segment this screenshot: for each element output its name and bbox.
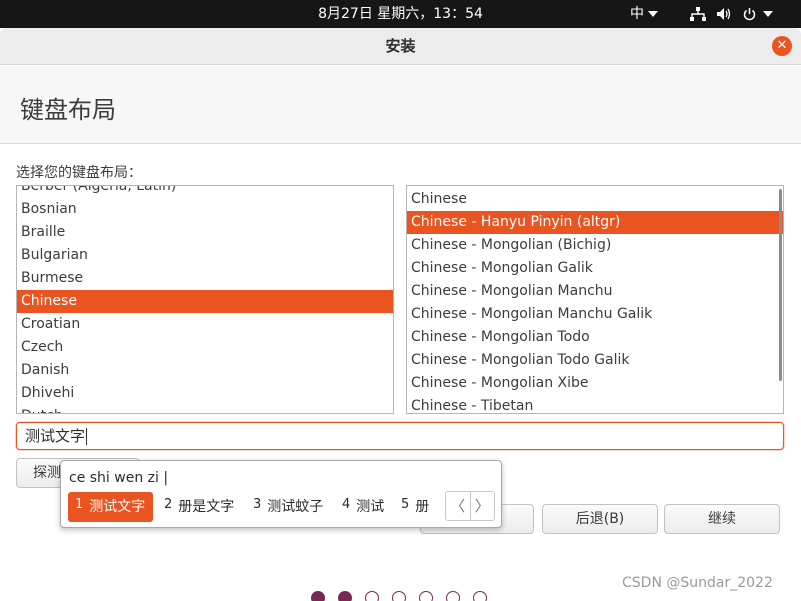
window-title: 安装 [385, 37, 416, 55]
power-icon [742, 7, 757, 22]
progress-dot [446, 591, 460, 601]
variant-item[interactable]: Chinese - Mongolian Todo Galik [407, 349, 783, 372]
test-input-value: 测试文字 [25, 427, 86, 445]
page-banner: 键盘布局 [0, 66, 801, 144]
prev-page-icon[interactable]: 〈 [446, 492, 470, 520]
layout-item[interactable]: Bulgarian [17, 244, 393, 267]
input-method-indicator[interactable]: 中 [630, 0, 658, 28]
ime-candidate[interactable]: 2 册是文字 [164, 492, 234, 522]
keyboard-test-input[interactable]: 测试文字 [16, 422, 784, 450]
layout-item[interactable]: Burmese [17, 267, 393, 290]
candidate-number: 1 [75, 497, 84, 512]
ime-preedit: ce shi wen zi | [69, 470, 169, 486]
volume-icon [716, 7, 732, 21]
variant-item[interactable]: Chinese - Hanyu Pinyin (altgr) [407, 211, 783, 234]
layout-item[interactable]: Croatian [17, 313, 393, 336]
input-method-label: 中 [630, 6, 644, 22]
variant-item[interactable]: Chinese - Mongolian Manchu [407, 280, 783, 303]
variant-list-scrollbar[interactable] [779, 189, 782, 381]
watermark: CSDN @Sundar_2022 [622, 575, 773, 591]
next-page-icon[interactable]: 〉 [469, 492, 495, 520]
layout-item[interactable]: Czech [17, 336, 393, 359]
list-item[interactable]: Dutch [17, 405, 393, 413]
page-title: 键盘布局 [20, 96, 116, 124]
ime-pager: 〈 〉 [445, 491, 495, 521]
clock[interactable]: 8月27日 星期六，13：54 [0, 0, 801, 28]
variant-item[interactable]: Chinese - Mongolian (Bichig) [407, 234, 783, 257]
progress-dot [473, 591, 487, 601]
layout-item[interactable]: Bosnian [17, 198, 393, 221]
network-icon [690, 7, 706, 21]
progress-dot [338, 591, 352, 601]
variant-item[interactable]: Chinese - Mongolian Manchu Galik [407, 303, 783, 326]
variant-item[interactable]: Chinese - Mongolian Galik [407, 257, 783, 280]
close-button[interactable]: ✕ [772, 36, 792, 56]
candidate-text: 册是文字 [178, 499, 235, 515]
chevron-down-icon [648, 11, 658, 17]
ime-candidate[interactable]: 5册 [401, 492, 429, 522]
variant-list[interactable]: Chinese Chinese - Hanyu Pinyin (altgr) Chi… [406, 185, 784, 414]
candidate-text: 册 [415, 499, 430, 515]
ime-candidate[interactable]: 3 测试蚊子 [253, 492, 323, 522]
candidate-number: 2 [164, 497, 173, 512]
back-button[interactable]: 后退(B) [542, 504, 658, 534]
layout-item[interactable]: Chinese [17, 290, 393, 313]
layout-item[interactable]: Dhivehi [17, 382, 393, 405]
layout-item[interactable]: Braille [17, 221, 393, 244]
text-caret [86, 428, 88, 445]
ime-candidate-popup: ce shi wen zi | 〈 〉 1 测试文字 2 册是文字 3 测试蚊子 4 测试 5 册 [60, 460, 502, 528]
progress-dot [419, 591, 433, 601]
progress-dot [311, 591, 325, 601]
variant-item[interactable]: Chinese [407, 188, 783, 211]
layout-list[interactable]: Berber (Algeria, Latin) Dutch BosnianBra… [16, 185, 394, 414]
ime-candidate[interactable]: 1 测试文字 [68, 492, 154, 522]
candidate-number: 5 [401, 497, 410, 512]
top-panel: 8月27日 星期六，13：54 中 [0, 0, 801, 28]
list-item[interactable]: Berber (Algeria, Latin) [17, 186, 393, 198]
candidate-text: 测试蚊子 [267, 499, 324, 515]
layout-item[interactable]: Danish [17, 359, 393, 382]
chevron-down-icon [763, 11, 773, 17]
candidate-number: 4 [342, 497, 351, 512]
keyboard-layout-label: 选择您的键盘布局： [16, 165, 142, 181]
variant-item[interactable]: Chinese - Tibetan [407, 395, 783, 413]
variant-item[interactable]: Chinese - Mongolian Todo [407, 326, 783, 349]
continue-button[interactable]: 继续 [664, 504, 780, 534]
candidate-text: 测试 [356, 499, 385, 515]
ime-candidate[interactable]: 4 测试 [342, 492, 384, 522]
progress-dot [365, 591, 379, 601]
candidate-text: 测试文字 [89, 499, 146, 515]
system-tray[interactable] [690, 0, 773, 28]
candidate-number: 3 [253, 497, 262, 512]
variant-item[interactable]: Chinese - Mongolian Xibe [407, 372, 783, 395]
window-header: 安装 ✕ [0, 28, 801, 65]
progress-dot [392, 591, 406, 601]
